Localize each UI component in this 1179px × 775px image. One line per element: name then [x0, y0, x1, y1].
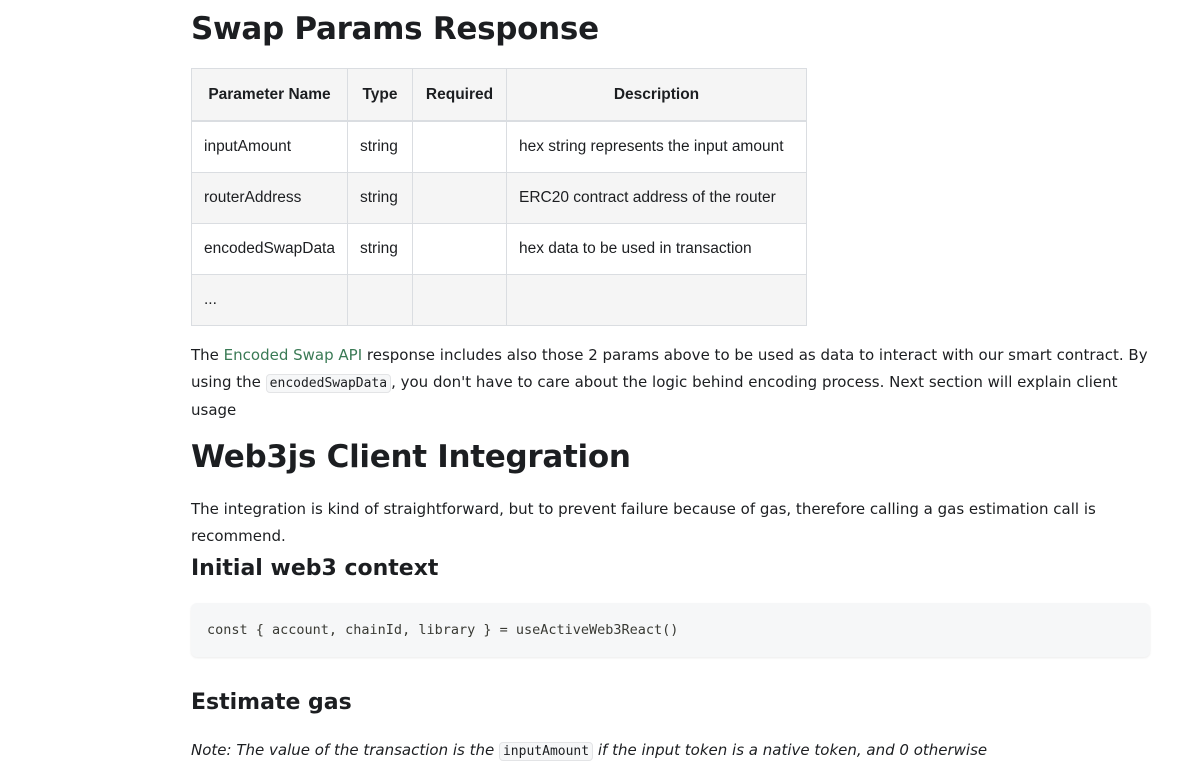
params-table: Parameter Name Type Required Description… — [191, 68, 807, 326]
table-header: Description — [506, 68, 807, 122]
table-header: Type — [347, 68, 413, 122]
table-row: encodedSwapData string hex data to be us… — [191, 223, 807, 275]
table-cell: inputAmount — [191, 120, 348, 173]
table-cell: hex string represents the input amount — [506, 120, 807, 173]
estimate-gas-note: Note: The value of the transaction is th… — [191, 737, 1151, 765]
table-row: inputAmount string hex string represents… — [191, 120, 807, 173]
table-cell — [506, 274, 807, 326]
note-text: if the input token is a native token, an… — [593, 741, 988, 759]
table-cell — [412, 172, 507, 224]
inline-code-encoded-swap-data: encodedSwapData — [265, 374, 392, 393]
subheading-estimate-gas: Estimate gas — [191, 690, 352, 715]
table-cell: string — [347, 120, 413, 173]
table-header: Parameter Name — [191, 68, 348, 122]
encoded-swap-api-link[interactable]: Encoded Swap API — [224, 346, 362, 364]
paragraph-text: The — [191, 346, 224, 364]
table-header: Required — [412, 68, 507, 122]
table-row: ... — [191, 274, 807, 326]
code-line: const { account, chainId, library } = us… — [207, 622, 679, 638]
table-cell — [412, 223, 507, 275]
table-cell — [412, 274, 507, 326]
integration-paragraph: The integration is kind of straightforwa… — [191, 500, 1096, 545]
table-cell: hex data to be used in transaction — [506, 223, 807, 275]
table-row: routerAddress string ERC20 contract addr… — [191, 172, 807, 224]
section-heading-web3js: Web3js Client Integration — [191, 439, 631, 475]
subheading-initial-web3-context: Initial web3 context — [191, 556, 439, 581]
table-header-row: Parameter Name Type Required Description — [191, 68, 807, 122]
table-cell — [412, 120, 507, 173]
inline-code-input-amount: inputAmount — [498, 742, 594, 761]
table-cell — [347, 274, 413, 326]
note-text: Note: The value of the transaction is th… — [191, 741, 499, 759]
table-cell: ... — [191, 274, 348, 326]
section-heading-swap-params: Swap Params Response — [191, 11, 599, 47]
table-cell: routerAddress — [191, 172, 348, 224]
code-block[interactable]: const { account, chainId, library } = us… — [191, 603, 1150, 657]
swap-params-paragraph: The Encoded Swap API response includes a… — [191, 342, 1151, 424]
table-cell: string — [347, 223, 413, 275]
table-cell: string — [347, 172, 413, 224]
table-cell: ERC20 contract address of the router — [506, 172, 807, 224]
table-cell: encodedSwapData — [191, 223, 348, 275]
